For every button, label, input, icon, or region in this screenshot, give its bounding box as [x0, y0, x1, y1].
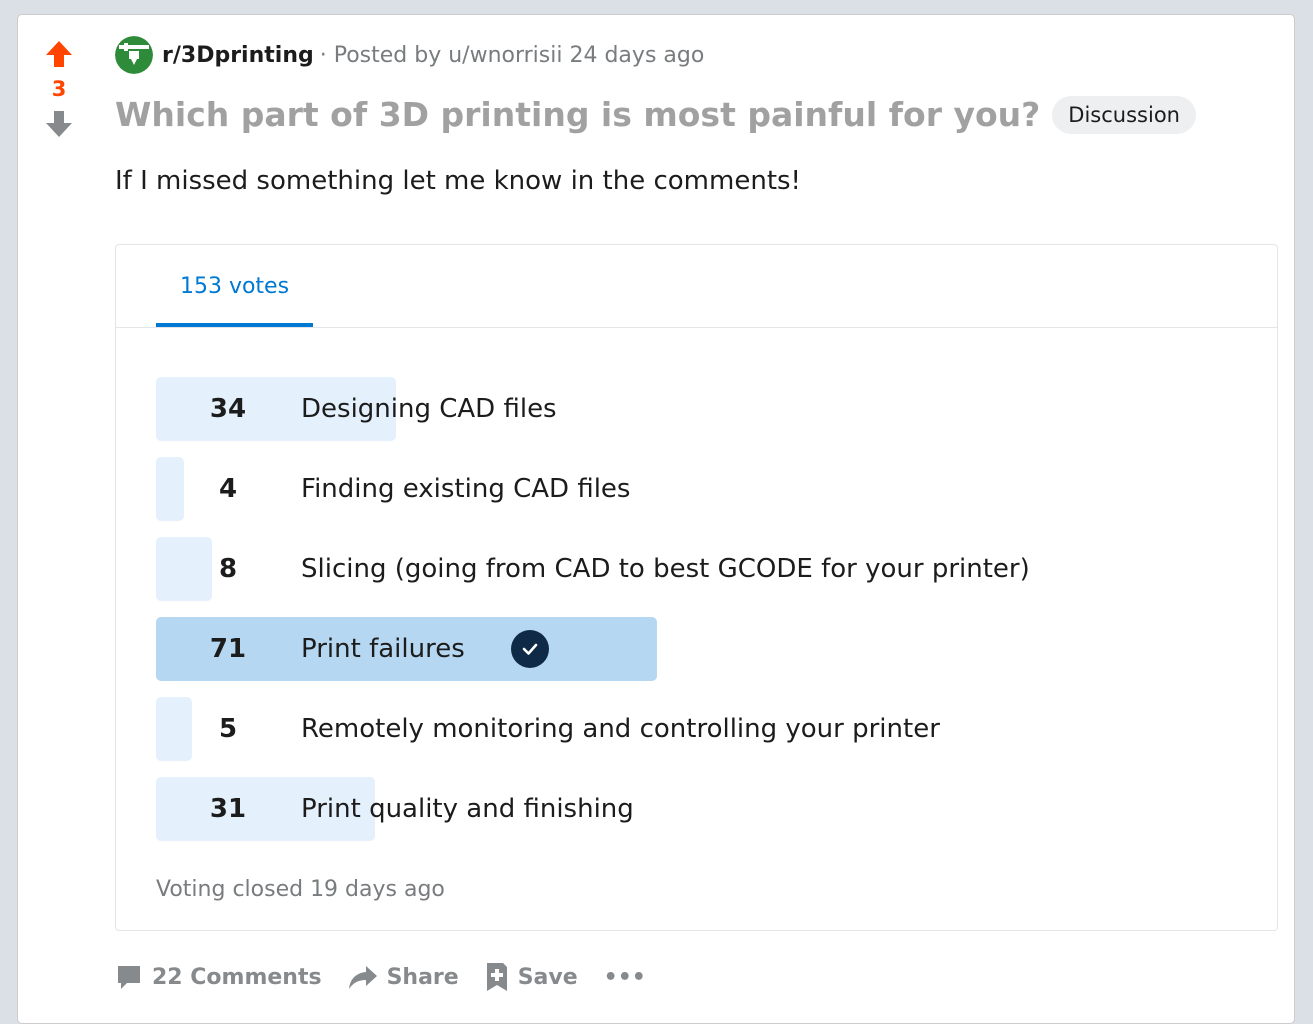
- save-label: Save: [517, 964, 578, 990]
- more-icon: •••: [603, 964, 646, 990]
- comments-label: 22 Comments: [152, 964, 322, 990]
- poll-option-label: Designing CAD files: [301, 394, 557, 424]
- post-title[interactable]: Which part of 3D printing is most painfu…: [115, 95, 1040, 134]
- poll-option-label: Print quality and finishing: [301, 794, 634, 824]
- poll-option-label: Print failures: [301, 634, 465, 664]
- title-row: Which part of 3D printing is most painfu…: [115, 95, 1196, 134]
- poll-option: 34 Designing CAD files: [156, 377, 1236, 441]
- poll-option-label: Finding existing CAD files: [301, 474, 631, 504]
- poll-option-count: 5: [218, 714, 238, 744]
- voting-status: Voting closed 19 days ago: [156, 877, 445, 902]
- poll-option-count: 34: [209, 394, 247, 424]
- save-button[interactable]: Save: [485, 961, 578, 993]
- poll-option-count: 4: [218, 474, 238, 504]
- vote-column: 3: [38, 39, 80, 139]
- poll-option: 31 Print quality and finishing: [156, 777, 1236, 841]
- share-button[interactable]: Share: [348, 963, 459, 991]
- post-meta: · Posted by u/wnorrisii 24 days ago: [320, 43, 705, 68]
- upvote-arrow-icon: [46, 41, 72, 67]
- more-options-button[interactable]: •••: [604, 965, 646, 990]
- poll-option-label: Remotely monitoring and controlling your…: [301, 714, 940, 744]
- posted-by[interactable]: · Posted by u/wnorrisii: [320, 43, 563, 68]
- poll-result-bar: [156, 457, 185, 521]
- post-age: 24 days ago: [569, 42, 705, 68]
- poll-option-label: Slicing (going from CAD to best GCODE fo…: [301, 554, 1030, 584]
- post-body: If I missed something let me know in the…: [115, 166, 801, 196]
- poll-tabs: 153 votes: [116, 245, 1277, 328]
- downvote-arrow-icon: [46, 111, 72, 137]
- poll-box: 153 votes 34 Designing CAD files 4 Finding …: [115, 244, 1278, 931]
- poll-option-count: 31: [209, 794, 247, 824]
- upvote-button[interactable]: [44, 39, 74, 69]
- comment-icon: [118, 966, 140, 989]
- poll-result-bar: [156, 697, 192, 761]
- poll-option: 8 Slicing (going from CAD to best GCODE f…: [156, 537, 1236, 601]
- poll-option: 5 Remotely monitoring and controlling you…: [156, 697, 1236, 761]
- poll-option: 4 Finding existing CAD files: [156, 457, 1236, 521]
- downvote-button[interactable]: [44, 109, 74, 139]
- poll-option-count: 71: [209, 634, 247, 664]
- post-card: 3 r/3Dprinting · Posted by u/wnorrisii 2…: [17, 14, 1295, 1024]
- post-header: r/3Dprinting · Posted by u/wnorrisii 24 …: [115, 35, 704, 75]
- tab-votes[interactable]: 153 votes: [156, 245, 313, 327]
- subreddit-name[interactable]: r/3Dprinting: [162, 43, 314, 68]
- subreddit-icon[interactable]: [115, 36, 153, 74]
- share-icon: [348, 966, 377, 989]
- vote-score: 3: [51, 77, 67, 101]
- share-label: Share: [386, 964, 459, 990]
- comments-button[interactable]: 22 Comments: [115, 963, 322, 991]
- poll-option-count: 8: [218, 554, 238, 584]
- flair-badge[interactable]: Discussion: [1052, 95, 1196, 134]
- poll-option: 71 Print failures: [156, 617, 1236, 681]
- post-actions: 22 Comments Share Save •••: [115, 961, 672, 993]
- check-icon: [510, 630, 549, 668]
- save-icon: [486, 963, 507, 991]
